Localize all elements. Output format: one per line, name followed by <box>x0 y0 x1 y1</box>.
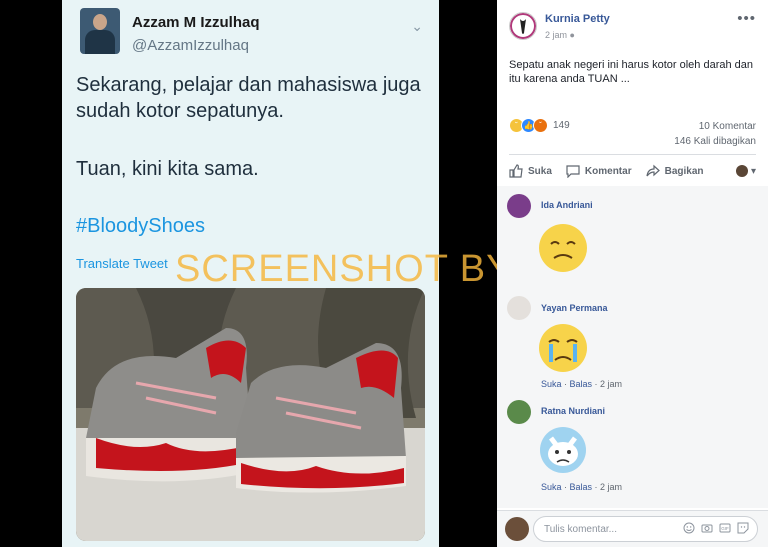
like-label: Suka <box>528 165 552 177</box>
gif-icon[interactable]: GIF <box>719 522 731 534</box>
comment-reply-link[interactable]: Balas <box>570 379 593 389</box>
share-label: Bagikan <box>664 165 704 177</box>
emoji-icon[interactable] <box>683 522 695 534</box>
more-options-icon[interactable]: ••• <box>737 10 756 27</box>
tweet-display-name[interactable]: Azzam M Izzulhaq <box>132 14 260 31</box>
angry-reaction-icon: ˇ <box>533 117 548 133</box>
post-text: Sepatu anak negeri ini harus kotor oleh … <box>509 59 754 85</box>
comment-input[interactable]: Tulis komentar... GIF <box>533 516 758 542</box>
comment-like-link[interactable]: Suka <box>541 379 562 389</box>
tweet-text-2: Tuan, kini kita sama. <box>76 158 259 180</box>
tweet-avatar[interactable] <box>80 8 120 54</box>
comment-meta: Suka · Balas · 2 jam <box>541 379 623 389</box>
reaction-count: 149 <box>553 119 570 131</box>
tweet-handle[interactable]: @AzzamIzzulhaq <box>132 37 249 54</box>
comment-reply-link[interactable]: Balas <box>570 482 593 492</box>
comment-time[interactable]: 2 jam <box>600 379 622 389</box>
share-count[interactable]: 146 Kali dibagikan <box>674 136 756 147</box>
reactions-summary[interactable]: ˘ 👍 ˇ 149 <box>509 117 570 133</box>
author-avatar[interactable] <box>509 12 537 40</box>
post-time[interactable]: 2 jam ● <box>545 30 575 40</box>
commenter-name[interactable]: Ida Andriani <box>541 200 593 210</box>
commenter-avatar[interactable] <box>507 194 531 218</box>
comment-composer: Tulis komentar... GIF <box>497 510 768 547</box>
screenshot-watermark: SCREENSHOT BY <box>175 248 513 290</box>
bloody-shoes-image <box>76 288 425 541</box>
like-button[interactable]: Suka <box>509 164 552 178</box>
camera-icon[interactable] <box>701 522 713 534</box>
post-actions: Suka Komentar Bagikan ▾ <box>509 160 756 182</box>
chevron-down-icon[interactable]: ⌄ <box>411 18 423 35</box>
commenter-name[interactable]: Yayan Permana <box>541 303 608 313</box>
comment-like-link[interactable]: Suka <box>541 482 562 492</box>
commenter-avatar[interactable] <box>507 296 531 320</box>
sticker-icon[interactable] <box>737 522 749 534</box>
comment-count[interactable]: 10 Komentar <box>699 121 756 132</box>
globe-icon: ● <box>569 30 575 40</box>
translate-tweet-link[interactable]: Translate Tweet <box>76 256 168 271</box>
react-as-selector[interactable]: ▾ <box>736 165 756 177</box>
thumbs-up-icon <box>509 164 523 178</box>
commenter-avatar[interactable] <box>507 400 531 424</box>
comment-input-placeholder: Tulis komentar... <box>544 524 617 535</box>
post-time-text: 2 jam <box>545 30 568 40</box>
comment-time[interactable]: 2 jam <box>600 482 622 492</box>
share-icon <box>645 164 660 177</box>
divider <box>509 154 756 155</box>
tweet-hashtag[interactable]: #BloodyShoes <box>76 215 205 238</box>
crying-sticker-icon[interactable] <box>537 222 589 274</box>
comment-button[interactable]: Komentar <box>566 164 632 178</box>
comment-meta: Suka · Balas · 2 jam <box>541 482 623 492</box>
post-author[interactable]: Kurnia Petty <box>545 13 610 25</box>
facebook-post: Kurnia Petty 2 jam ● ••• Sepatu anak neg… <box>497 0 768 547</box>
share-button[interactable]: Bagikan <box>645 164 704 178</box>
small-avatar <box>736 165 749 177</box>
tweet-photo[interactable] <box>76 288 425 541</box>
chevron-down-icon: ▾ <box>748 165 756 177</box>
comment-label: Komentar <box>584 165 632 177</box>
current-user-avatar <box>505 517 529 541</box>
crying-cat-sticker-icon[interactable] <box>537 424 589 476</box>
commenter-name[interactable]: Ratna Nurdiani <box>541 406 605 416</box>
comment-icon <box>566 165 580 178</box>
comments-section: Ida Andriani Yayan Permana Suka · Balas … <box>497 186 768 508</box>
crying-face-sticker-icon[interactable] <box>537 322 589 374</box>
svg-text:GIF: GIF <box>721 526 729 531</box>
tweet-text: Sekarang, pelajar dan mahasiswa juga sud… <box>76 74 421 122</box>
